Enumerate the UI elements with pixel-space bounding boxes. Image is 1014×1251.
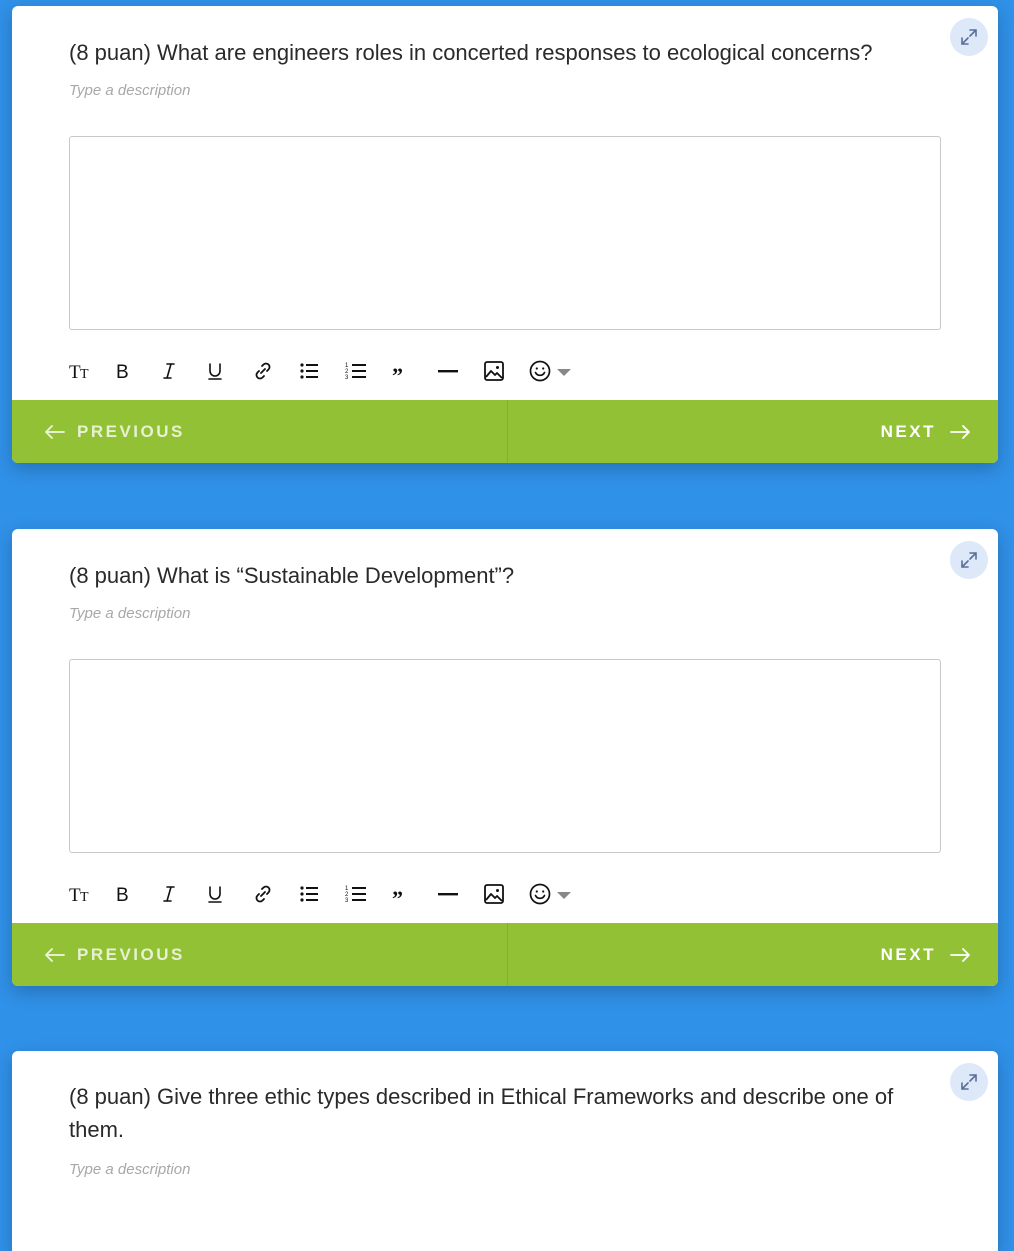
image-icon[interactable] — [483, 356, 529, 386]
description-placeholder[interactable]: Type a description — [69, 1161, 190, 1178]
svg-text:3: 3 — [345, 898, 349, 904]
svg-text:”: ” — [392, 886, 403, 904]
svg-text:T: T — [80, 890, 89, 904]
italic-icon[interactable] — [161, 356, 207, 386]
description-placeholder[interactable]: Type a description — [69, 605, 190, 622]
underline-icon[interactable] — [207, 879, 253, 909]
svg-text:”: ” — [392, 363, 403, 381]
question-card-3: (8 puan) Give three ethic types describe… — [12, 1051, 998, 1251]
previous-label: PREVIOUS — [77, 944, 185, 964]
image-icon[interactable] — [483, 879, 529, 909]
horizontal-rule-icon[interactable] — [437, 356, 483, 386]
bullet-list-icon[interactable] — [299, 356, 345, 386]
italic-icon[interactable] — [161, 879, 207, 909]
svg-text:3: 3 — [345, 375, 349, 381]
formatting-toolbar: TT B 123 ” — [69, 879, 579, 909]
next-label: NEXT — [880, 944, 936, 964]
bold-icon[interactable]: B — [115, 356, 161, 386]
underline-icon[interactable] — [207, 356, 253, 386]
arrow-right-icon — [950, 947, 970, 962]
previous-button[interactable]: PREVIOUS — [12, 923, 508, 986]
question-navigation: PREVIOUS NEXT — [12, 923, 998, 986]
horizontal-rule-icon[interactable] — [437, 879, 483, 909]
previous-label: PREVIOUS — [77, 421, 185, 441]
question-navigation: PREVIOUS NEXT — [12, 400, 998, 463]
svg-text:B: B — [116, 885, 129, 904]
next-button[interactable]: NEXT — [508, 400, 998, 463]
answer-textarea[interactable] — [69, 659, 941, 853]
text-size-icon[interactable]: TT — [69, 356, 115, 386]
emoji-icon[interactable] — [529, 356, 579, 386]
question-card-2: (8 puan) What is “Sustainable Developmen… — [12, 529, 998, 986]
quote-icon[interactable]: ” — [391, 356, 437, 386]
bold-icon[interactable]: B — [115, 879, 161, 909]
description-placeholder[interactable]: Type a description — [69, 82, 190, 99]
arrow-right-icon — [950, 424, 970, 439]
bullet-list-icon[interactable] — [299, 879, 345, 909]
arrow-left-icon — [45, 947, 65, 962]
expand-icon[interactable] — [950, 1063, 988, 1101]
expand-icon[interactable] — [950, 541, 988, 579]
arrow-left-icon — [45, 424, 65, 439]
question-title: (8 puan) What is “Sustainable Developmen… — [69, 563, 515, 588]
svg-text:T: T — [80, 367, 89, 381]
question-title: (8 puan) What are engineers roles in con… — [69, 40, 873, 65]
next-button[interactable]: NEXT — [508, 923, 998, 986]
quote-icon[interactable]: ” — [391, 879, 437, 909]
previous-button[interactable]: PREVIOUS — [12, 400, 508, 463]
text-size-icon[interactable]: TT — [69, 879, 115, 909]
question-title: (8 puan) Give three ethic types describe… — [69, 1084, 894, 1142]
formatting-toolbar: TT B 123 ” — [69, 356, 579, 386]
numbered-list-icon[interactable]: 123 — [345, 356, 391, 386]
link-icon[interactable] — [253, 879, 299, 909]
link-icon[interactable] — [253, 356, 299, 386]
next-label: NEXT — [880, 421, 936, 441]
numbered-list-icon[interactable]: 123 — [345, 879, 391, 909]
emoji-icon[interactable] — [529, 879, 579, 909]
expand-icon[interactable] — [950, 18, 988, 56]
answer-textarea[interactable] — [69, 136, 941, 330]
question-card-1: (8 puan) What are engineers roles in con… — [12, 6, 998, 463]
svg-text:B: B — [116, 362, 129, 381]
